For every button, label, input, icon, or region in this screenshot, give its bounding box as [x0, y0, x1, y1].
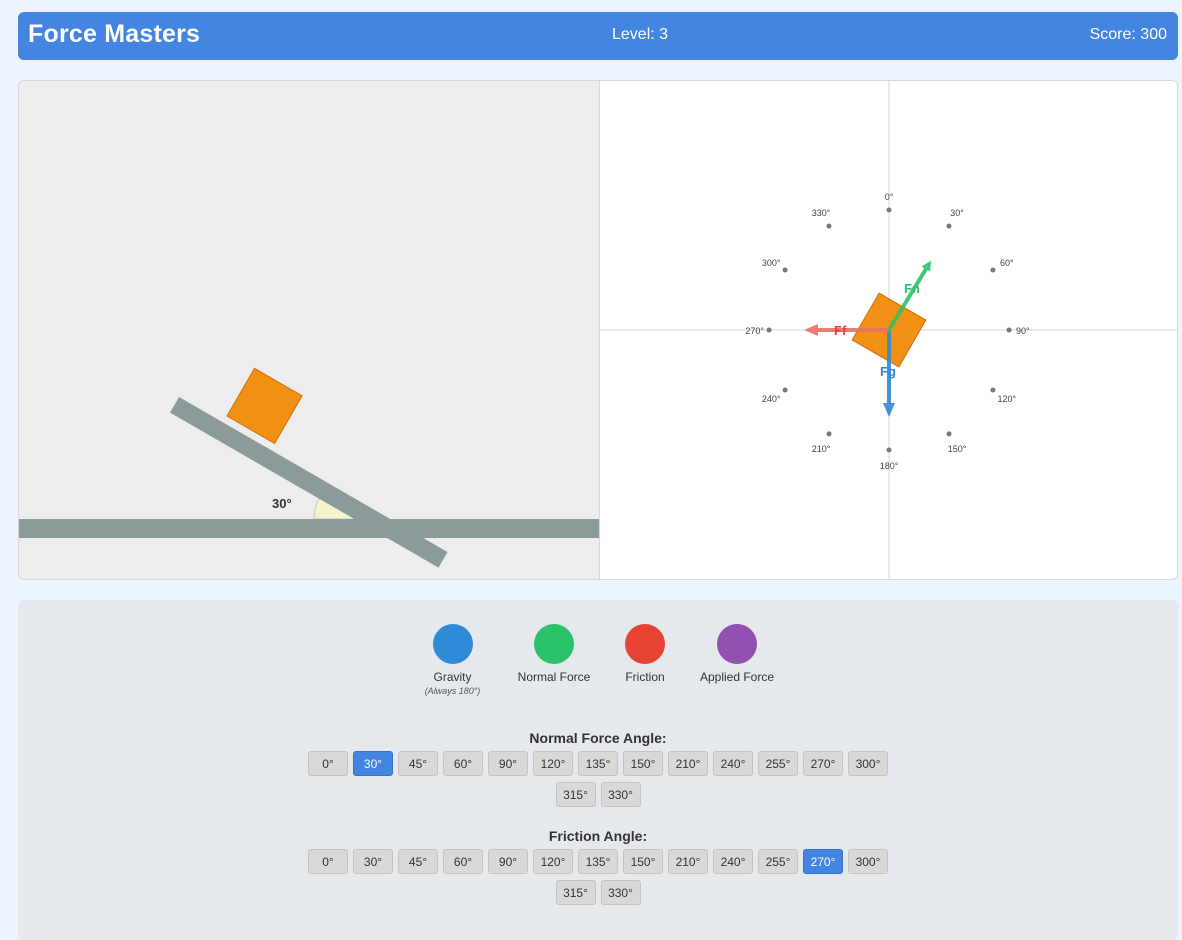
compass-label-210: 210° [812, 444, 831, 454]
friction-angle-button-30[interactable]: 30° [353, 849, 393, 874]
compass-label-0: 0° [885, 192, 894, 202]
ground [19, 519, 599, 538]
compass-dot-120 [990, 387, 996, 393]
incline-scene-svg: 30° [19, 367, 599, 568]
gravity-color-dot [432, 624, 473, 664]
legend-applied-force: Applied Force [695, 624, 779, 684]
normal-force-angle-button-45[interactable]: 45° [398, 751, 438, 776]
normal-force-angle-button-135[interactable]: 135° [578, 751, 618, 776]
normal-force-angle-button-60[interactable]: 60° [443, 751, 483, 776]
compass-label-330: 330° [812, 208, 831, 218]
legend-gravity: Gravity (Always 180°) [415, 624, 490, 696]
friction-angle-buttons-row2: 315° 330° [18, 880, 1178, 905]
compass-label-60: 60° [1000, 258, 1014, 268]
compass-dot-270 [766, 327, 772, 333]
normal-force-angle-buttons-row2: 315° 330° [18, 782, 1178, 807]
friction-angle-button-240[interactable]: 240° [713, 849, 753, 874]
compass-dot-90 [1006, 327, 1012, 333]
friction-angle-button-300[interactable]: 300° [848, 849, 888, 874]
normal-force-color-dot [534, 624, 574, 664]
compass-label-120: 120° [997, 394, 1016, 404]
legend-gravity-note: (Always 180°) [424, 686, 481, 696]
compass-dot-150 [946, 431, 952, 437]
friction-angle-button-270[interactable]: 270° [803, 849, 843, 874]
compass-dot-300 [782, 267, 788, 273]
compass-label-150: 150° [948, 444, 967, 454]
control-panel: Gravity (Always 180°) Normal Force Frict… [18, 600, 1178, 940]
compass-label-180: 180° [880, 461, 899, 471]
normal-force-angle-button-300[interactable]: 300° [848, 751, 888, 776]
friction-angle-button-330[interactable]: 330° [600, 880, 641, 905]
compass-dot-30 [946, 223, 952, 229]
compass-dot-180 [886, 447, 892, 453]
friction-angle-button-150[interactable]: 150° [623, 849, 663, 874]
compass-dot-60 [990, 267, 996, 273]
level-indicator: Level: 3 [612, 26, 669, 43]
legend-friction: Friction [615, 624, 675, 684]
compass-label-240: 240° [762, 394, 781, 404]
free-body-diagram: 0° 30° 60° 90° 120° 150° 180° 210° 240° 270° 300° 3… [600, 81, 1177, 579]
friction-angle-title: Friction Angle: [548, 828, 648, 844]
incline-scene: 30° [19, 81, 600, 579]
top-bar: Force Masters Level: 3 Score: 300 [18, 12, 1178, 60]
compass-dot-0 [886, 207, 892, 213]
normal-force-angle-button-0[interactable]: 0° [308, 751, 348, 776]
normal-force-angle-button-120[interactable]: 120° [533, 751, 573, 776]
game-title: Force Masters [28, 20, 201, 48]
normal-force-angle-button-210[interactable]: 210° [668, 751, 708, 776]
legend-friction-label: Friction [625, 670, 665, 684]
friction-angle-buttons: 0° 30° 45° 60° 90° 120° 135° 150° 210° 240° 255° 27… [18, 849, 1178, 874]
legend-normal-force-label: Normal Force [517, 670, 591, 684]
free-body-diagram-svg: 0° 30° 60° 90° 120° 150° 180° 210° 240° 270° 300° 3… [600, 81, 1177, 579]
compass-label-270: 270° [745, 326, 764, 336]
normal-force-angle-button-30[interactable]: 30° [353, 751, 393, 776]
compass-dot-210 [826, 431, 832, 437]
friction-angle-button-255[interactable]: 255° [758, 849, 798, 874]
normal-force-angle-button-330[interactable]: 330° [600, 782, 641, 807]
friction-angle-button-120[interactable]: 120° [533, 849, 573, 874]
incline-angle-label: 30° [272, 496, 292, 511]
score-display: Score: 300 [1089, 26, 1167, 43]
game-stage: 30° 0° 30° 60° 90° 120° 150° 180° 210° 240° 270° 3… [18, 80, 1178, 580]
friction-angle-button-315[interactable]: 315° [555, 880, 596, 905]
friction-angle-button-210[interactable]: 210° [668, 849, 708, 874]
compass-dot-240 [782, 387, 788, 393]
friction-angle-button-135[interactable]: 135° [578, 849, 618, 874]
normal-force-angle-buttons: 0° 30° 45° 60° 90° 120° 135° 150° 210° 240° 255° 27… [18, 751, 1178, 776]
compass-label-90: 90° [1016, 326, 1030, 336]
applied-force-color-dot [717, 624, 757, 664]
friction-angle-button-90[interactable]: 90° [488, 849, 528, 874]
friction-label: Ff [834, 323, 847, 338]
friction-angle-button-0[interactable]: 0° [308, 849, 348, 874]
legend-applied-force-label: Applied Force [699, 670, 775, 684]
normal-force-angle-button-90[interactable]: 90° [488, 751, 528, 776]
normal-force-label: Fn [904, 281, 920, 296]
normal-force-angle-button-240[interactable]: 240° [713, 751, 753, 776]
normal-force-angle-button-315[interactable]: 315° [555, 782, 596, 807]
normal-force-angle-button-255[interactable]: 255° [758, 751, 798, 776]
compass-label-300: 300° [762, 258, 781, 268]
normal-force-angle-button-270[interactable]: 270° [803, 751, 843, 776]
friction-angle-button-45[interactable]: 45° [398, 849, 438, 874]
gravity-label: Fg [880, 364, 896, 379]
incline-ramp [170, 397, 448, 568]
compass-dot-330 [826, 223, 832, 229]
compass-label-30: 30° [950, 208, 964, 218]
friction-angle-button-60[interactable]: 60° [443, 849, 483, 874]
friction-color-dot [625, 624, 665, 664]
normal-force-angle-button-150[interactable]: 150° [623, 751, 663, 776]
legend-normal-force: Normal Force [512, 624, 596, 684]
normal-force-angle-title: Normal Force Angle: [529, 730, 667, 746]
legend-gravity-label: Gravity [433, 670, 472, 684]
